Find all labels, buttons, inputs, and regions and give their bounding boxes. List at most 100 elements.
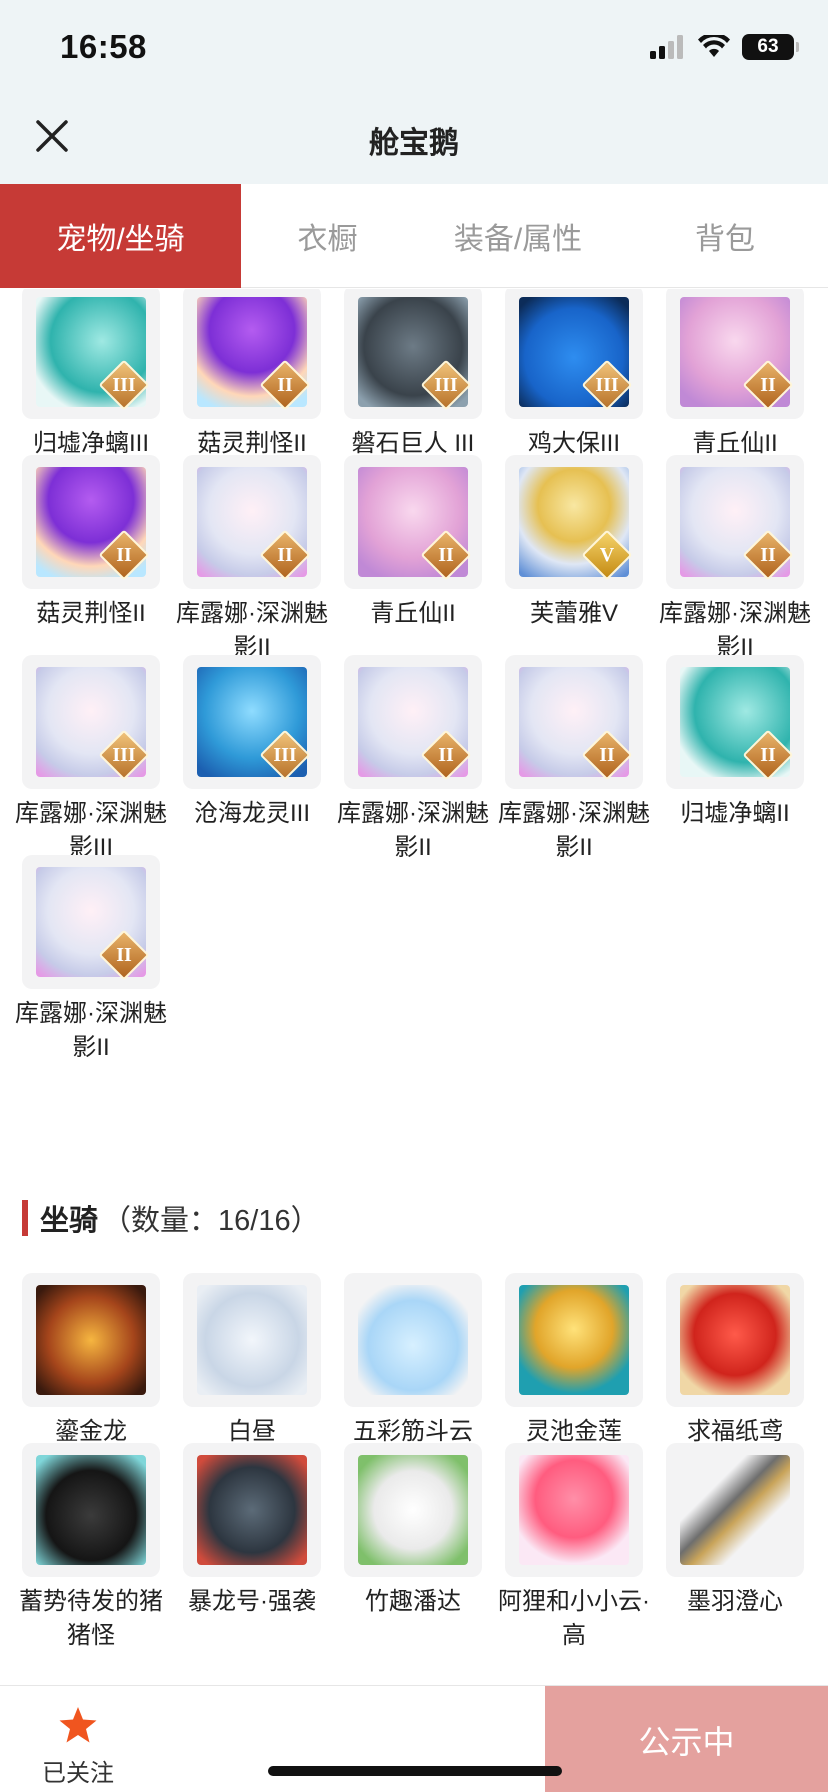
cloud-icon [358,1285,468,1395]
rank-badge-label: II [277,373,293,396]
card-name: 阿狸和小小云·高 [498,1588,650,1649]
pet-card[interactable]: II 菇灵荆怪II [22,455,160,631]
black-pig-icon [36,1455,146,1565]
rank-badge-label: II [599,743,615,766]
card-name: 芙蕾雅V [529,600,618,627]
rank-badge-label: V [599,543,615,566]
section-accent-bar [22,1200,28,1236]
battery-icon: 63 [742,34,799,60]
card-thumbnail: II [505,655,643,789]
card-thumbnail [666,1273,804,1407]
pet-card[interactable]: V 芙蕾雅V [505,455,643,631]
pet-card[interactable]: III 库露娜·深渊魅影III [15,655,167,865]
card-thumbnail: II [344,655,482,789]
mount-card[interactable]: 蓄势待发的猪猪怪 [19,1443,163,1653]
rank-badge-label: II [438,543,454,566]
rank-badge-label: II [760,743,776,766]
rank-badge-label: II [116,543,132,566]
rank-badge-label: III [112,743,136,766]
mounts-section-count: （数量：16/16） [102,1205,320,1237]
tab-equipment-attributes[interactable]: 装备/属性 [414,184,622,288]
status-time: 16:58 [60,28,147,65]
card-thumbnail: II [183,455,321,589]
mount-card[interactable]: 暴龙号·强袭 [183,1443,321,1619]
rank-badge-label: II [116,943,132,966]
ali-fox-cloud-icon [519,1455,629,1565]
card-thumbnail: II [183,289,321,419]
pet-card[interactable]: III 归墟净螭III [22,289,160,461]
sword-icon [680,1455,790,1565]
white-dragon-icon [197,1285,307,1395]
rank-badge-label: II [760,373,776,396]
rank-badge-label: III [595,373,619,396]
mount-card[interactable]: 五彩筋斗云 [344,1273,482,1449]
pet-card[interactable]: III 磐石巨人 III [344,289,482,461]
rank-badge-label: III [434,373,458,396]
mount-card[interactable]: 阿狸和小小云·高 [498,1443,650,1653]
publicity-status-button[interactable]: 公示中 [545,1686,828,1792]
pet-card[interactable]: II 库露娜·深渊魅影II [176,455,328,665]
mount-card[interactable]: 求福纸鸢 [666,1273,804,1449]
card-name: 沧海龙灵III [193,800,310,827]
mount-card[interactable]: 灵池金莲 [505,1273,643,1449]
golden-dragon-icon [36,1285,146,1395]
panda-icon [358,1455,468,1565]
pet-card[interactable]: II 青丘仙II [666,289,804,461]
card-name: 青丘仙II [370,600,456,627]
page-title: 舱宝鹅 [369,127,459,160]
card-thumbnail [505,1273,643,1407]
card-name: 库露娜·深渊魅影II [498,800,650,861]
pet-card[interactable]: II 库露娜·深渊魅影II [337,655,489,865]
mounts-section-header: 坐骑 （数量：16/16） [22,1198,320,1238]
follow-label: 已关注 [42,1760,114,1787]
rank-badge-label: III [273,743,297,766]
card-thumbnail: III [22,655,160,789]
mecha-dragon-icon [197,1455,307,1565]
pet-card[interactable]: II 库露娜·深渊魅影II [498,655,650,865]
pet-card[interactable]: II 库露娜·深渊魅影II [659,455,811,665]
card-thumbnail: III [22,289,160,419]
tab-wardrobe[interactable]: 衣橱 [241,184,414,288]
card-thumbnail [666,1443,804,1577]
mount-card[interactable]: 鎏金龙 [22,1273,160,1449]
mount-card[interactable]: 白昼 [183,1273,321,1449]
card-thumbnail [22,1273,160,1407]
cellular-signal-icon [650,35,683,59]
tab-pets-mounts[interactable]: 宠物/坐骑 [0,184,241,288]
home-indicator [268,1766,562,1776]
rank-badge-label: II [277,543,293,566]
wifi-icon [698,35,730,57]
tab-backpack[interactable]: 背包 [622,184,828,288]
pet-card[interactable]: III 鸡大保III [505,289,643,461]
golden-lotus-icon [519,1285,629,1395]
card-thumbnail: II [22,455,160,589]
follow-button[interactable]: 已关注 [30,1706,126,1788]
status-icons: 63 [650,34,799,60]
card-thumbnail: III [183,655,321,789]
card-name: 竹趣潘达 [365,1588,461,1615]
mount-card[interactable]: 竹趣潘达 [344,1443,482,1619]
card-thumbnail [183,1273,321,1407]
mounts-section-title: 坐骑 [40,1205,99,1237]
pet-card[interactable]: II 库露娜·深渊魅影II [15,855,167,1065]
pet-card[interactable]: II 归墟净螭II [666,655,804,831]
nav-bar: 舱宝鹅 [0,90,828,184]
pet-card[interactable]: II 青丘仙II [344,455,482,631]
card-name: 归墟净螭II [680,800,790,827]
card-thumbnail: II [666,455,804,589]
pet-card[interactable]: III 沧海龙灵III [183,655,321,831]
card-name: 库露娜·深渊魅影II [15,1000,167,1061]
star-icon [59,1707,97,1743]
rank-badge-label: II [760,543,776,566]
card-name: 库露娜·深渊魅影II [337,800,489,861]
content-scroll-area[interactable]: III 归墟净螭III II 菇灵荆怪II III 磐石巨人 III III 鸡大保III II… [0,289,828,1685]
pet-card[interactable]: II 菇灵荆怪II [183,289,321,461]
card-thumbnail [344,1443,482,1577]
rank-badge-label: III [112,373,136,396]
card-thumbnail [22,1443,160,1577]
card-thumbnail [344,1273,482,1407]
tab-bar: 宠物/坐骑 衣橱 装备/属性 背包 [0,184,828,288]
card-thumbnail: V [505,455,643,589]
mount-card[interactable]: 墨羽澄心 [666,1443,804,1619]
card-thumbnail: II [344,455,482,589]
